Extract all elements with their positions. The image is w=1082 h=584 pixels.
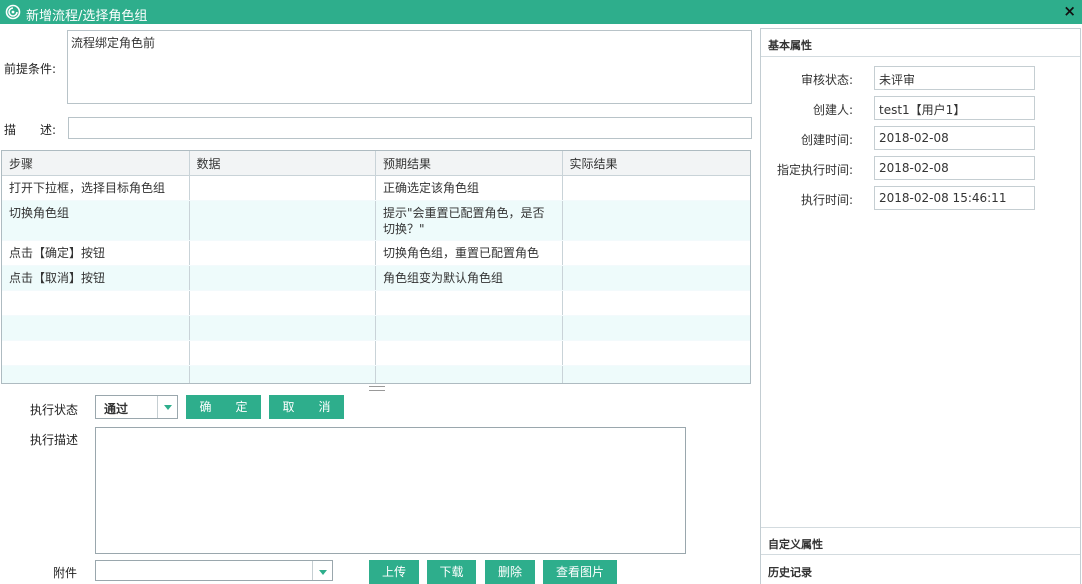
properties-panel: 基本属性 审核状态: 未评审 创建人: test1【用户1】 创建时间: 201… — [760, 28, 1081, 584]
table-body: 打开下拉框，选择目标角色组 正确选定该角色组 切换角色组 提示"会重置已配置角色… — [2, 176, 750, 383]
review-status-label: 审核状态: — [800, 73, 853, 87]
precondition-field[interactable]: 流程绑定角色前 — [67, 30, 752, 104]
exec-description-label: 执行描述 — [30, 433, 79, 447]
table-cell — [563, 266, 751, 290]
column-header-expected[interactable]: 预期结果 — [376, 151, 563, 175]
exec-status-select[interactable]: 通过 — [95, 395, 178, 419]
created-time-label: 创建时间: — [800, 133, 853, 147]
table-cell: 切换角色组，重置已配置角色 — [376, 241, 563, 265]
delete-button[interactable]: 删除 — [485, 560, 535, 584]
created-time-value: 2018-02-08 — [874, 126, 1035, 150]
table-row[interactable]: 打开下拉框，选择目标角色组 正确选定该角色组 — [2, 176, 750, 201]
exec-description-textarea[interactable] — [95, 427, 686, 554]
table-cell — [563, 176, 751, 200]
app-logo-icon — [5, 4, 21, 20]
creator-label: 创建人: — [812, 103, 853, 117]
chevron-down-icon[interactable] — [157, 396, 177, 418]
table-row-empty[interactable] — [2, 291, 750, 316]
creator-value: test1【用户1】 — [874, 96, 1035, 120]
attachment-label: 附件 — [53, 566, 78, 580]
steps-table: 步骤 数据 预期结果 实际结果 打开下拉框，选择目标角色组 正确选定该角色组 切… — [1, 150, 751, 384]
title-bar: 新增流程/选择角色组 × — [0, 0, 1082, 24]
upload-button[interactable]: 上传 — [369, 560, 419, 584]
table-cell: 点击【取消】按钮 — [2, 266, 190, 290]
table-row-empty[interactable] — [2, 316, 750, 341]
table-cell — [563, 241, 751, 265]
chevron-down-icon[interactable] — [312, 561, 332, 580]
scheduled-time-label: 指定执行时间: — [776, 163, 853, 177]
column-header-step[interactable]: 步骤 — [2, 151, 190, 175]
view-image-button[interactable]: 查看图片 — [543, 560, 617, 584]
table-row[interactable]: 点击【确定】按钮 切换角色组，重置已配置角色 — [2, 241, 750, 266]
custom-properties-header[interactable]: 自定义属性 — [761, 527, 1080, 555]
table-cell: 提示"会重置已配置角色，是否切换？" — [376, 201, 563, 240]
table-cell — [190, 241, 376, 265]
table-row-empty[interactable] — [2, 341, 750, 366]
table-row[interactable]: 切换角色组 提示"会重置已配置角色，是否切换？" — [2, 201, 750, 241]
description-label: 描 述: — [4, 123, 57, 137]
table-row[interactable]: 点击【取消】按钮 角色组变为默认角色组 — [2, 266, 750, 291]
exec-status-label: 执行状态 — [30, 403, 79, 417]
attachment-select[interactable] — [95, 560, 333, 581]
table-cell: 正确选定该角色组 — [376, 176, 563, 200]
column-header-actual[interactable]: 实际结果 — [563, 151, 751, 175]
close-icon[interactable]: × — [1063, 2, 1076, 20]
table-cell: 角色组变为默认角色组 — [376, 266, 563, 290]
description-field[interactable] — [68, 117, 752, 139]
column-header-data[interactable]: 数据 — [190, 151, 376, 175]
review-status-value: 未评审 — [874, 66, 1035, 90]
execution-time-label: 执行时间: — [800, 193, 853, 207]
splitter-handle[interactable] — [369, 386, 385, 391]
download-button[interactable]: 下载 — [427, 560, 476, 584]
cancel-button[interactable]: 取 消 — [269, 395, 344, 419]
table-row-empty[interactable] — [2, 366, 750, 383]
basic-properties-header[interactable]: 基本属性 — [761, 29, 1080, 57]
table-cell — [563, 201, 751, 240]
history-header[interactable]: 历史记录 — [761, 556, 1080, 584]
scheduled-time-value: 2018-02-08 — [874, 156, 1035, 180]
confirm-button[interactable]: 确 定 — [186, 395, 261, 419]
table-header: 步骤 数据 预期结果 实际结果 — [2, 151, 750, 176]
table-cell — [190, 176, 376, 200]
table-cell: 点击【确定】按钮 — [2, 241, 190, 265]
exec-status-value: 通过 — [104, 402, 129, 416]
window-title: 新增流程/选择角色组 — [26, 9, 148, 24]
execution-time-value: 2018-02-08 15:46:11 — [874, 186, 1035, 210]
table-cell — [190, 201, 376, 240]
table-cell: 切换角色组 — [2, 201, 190, 240]
table-cell: 打开下拉框，选择目标角色组 — [2, 176, 190, 200]
table-cell — [190, 266, 376, 290]
precondition-label: 前提条件: — [4, 62, 57, 76]
